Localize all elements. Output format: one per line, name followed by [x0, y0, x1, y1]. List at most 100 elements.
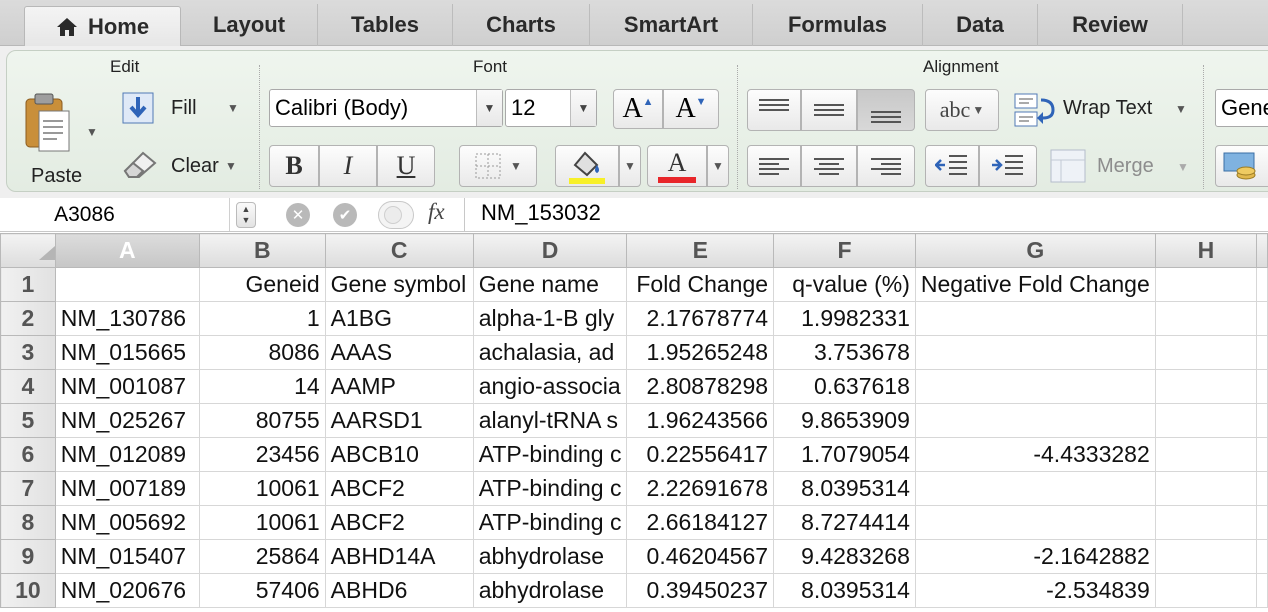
cell-f[interactable]: 1.7079054	[773, 437, 916, 472]
cell-c[interactable]: ABHD14A	[324, 539, 474, 574]
tab-charts[interactable]: Charts	[453, 4, 590, 46]
clear-button[interactable]: Clear ▼	[119, 147, 245, 187]
cell-b[interactable]: 1	[198, 301, 326, 336]
align-center-button[interactable]	[801, 145, 857, 187]
cell-c[interactable]: ABHD6	[324, 573, 474, 608]
cell-c[interactable]: ABCF2	[324, 505, 474, 540]
cell-h[interactable]	[1154, 301, 1258, 336]
cell-b[interactable]: 10061	[198, 505, 326, 540]
cell-overflow[interactable]	[1256, 573, 1268, 608]
font-name-dropdown-arrow[interactable]: ▼	[476, 90, 502, 126]
fill-dropdown-arrow[interactable]: ▼	[227, 101, 239, 115]
shrink-font-button[interactable]: A ▼	[663, 89, 719, 129]
number-format-combo[interactable]: Gene	[1215, 89, 1268, 127]
cell-h[interactable]	[1154, 267, 1258, 302]
cell-e[interactable]: 2.66184127	[626, 505, 775, 540]
cell-c[interactable]: ABCB10	[324, 437, 474, 472]
cell-c[interactable]: ABCF2	[324, 471, 474, 506]
font-name-combo[interactable]: Calibri (Body) ▼	[269, 89, 503, 127]
cell-c[interactable]: A1BG	[324, 301, 474, 336]
wrap-text-button[interactable]: Wrap Text ▼	[1013, 89, 1187, 131]
cell-a[interactable]: NM_025267	[54, 403, 200, 438]
cell-g[interactable]	[914, 369, 1156, 404]
cell-g[interactable]: Negative Fold Change	[914, 267, 1156, 302]
cell-b[interactable]: 80755	[198, 403, 326, 438]
cell-a[interactable]: NM_005692	[54, 505, 200, 540]
cell-h[interactable]	[1154, 335, 1258, 370]
cancel-entry-button[interactable]: ✕	[286, 203, 310, 227]
font-size-dropdown-arrow[interactable]: ▼	[570, 90, 596, 126]
text-orientation-button[interactable]: abc ▼	[925, 89, 999, 131]
bold-button[interactable]: B	[269, 145, 319, 187]
cell-d[interactable]: Gene name	[472, 267, 628, 302]
column-header-c[interactable]: C	[324, 233, 474, 268]
increase-indent-button[interactable]	[979, 145, 1037, 187]
tab-smartart[interactable]: SmartArt	[590, 4, 753, 46]
cell-f[interactable]: 8.0395314	[773, 471, 916, 506]
cell-d[interactable]: angio-associa	[472, 369, 628, 404]
cell-b[interactable]: 8086	[198, 335, 326, 370]
paste-dropdown-arrow[interactable]: ▼	[86, 125, 98, 139]
fill-button[interactable]: Fill ▼	[119, 91, 245, 131]
cell-e[interactable]: 1.95265248	[626, 335, 775, 370]
cell-c[interactable]: Gene symbol	[324, 267, 474, 302]
align-top-button[interactable]	[747, 89, 801, 131]
insert-function-button[interactable]: fx	[428, 199, 445, 225]
confirm-entry-button[interactable]: ✔	[333, 203, 357, 227]
cell-g[interactable]	[914, 505, 1156, 540]
cell-a[interactable]: NM_015665	[54, 335, 200, 370]
cell-g[interactable]	[914, 335, 1156, 370]
cell-h[interactable]	[1154, 539, 1258, 574]
paste-button[interactable]: ▼ Paste	[21, 89, 111, 193]
cell-a[interactable]: NM_020676	[54, 573, 200, 608]
tab-layout[interactable]: Layout	[181, 4, 318, 46]
borders-button[interactable]: ▼	[459, 145, 537, 187]
row-header[interactable]: 1	[0, 267, 56, 302]
cell-c[interactable]: AAMP	[324, 369, 474, 404]
name-box-stepper[interactable]: ▲ ▼	[236, 202, 256, 228]
cell-h[interactable]	[1154, 403, 1258, 438]
row-header[interactable]: 7	[0, 471, 56, 506]
cell-overflow[interactable]	[1256, 505, 1268, 540]
formula-input[interactable]: NM_153032	[481, 200, 601, 226]
cell-overflow[interactable]	[1256, 301, 1268, 336]
clear-dropdown-arrow[interactable]: ▼	[225, 159, 237, 173]
cell-b[interactable]: 10061	[198, 471, 326, 506]
cell-f[interactable]: 0.637618	[773, 369, 916, 404]
cell-a[interactable]	[54, 267, 200, 302]
cell-h[interactable]	[1154, 437, 1258, 472]
row-header[interactable]: 9	[0, 539, 56, 574]
column-header-g[interactable]: G	[914, 233, 1156, 268]
cell-f[interactable]: 3.753678	[773, 335, 916, 370]
cell-d[interactable]: achalasia, ad	[472, 335, 628, 370]
cell-e[interactable]: 0.46204567	[626, 539, 775, 574]
font-size-combo[interactable]: 12 ▼	[505, 89, 597, 127]
cell-overflow[interactable]	[1256, 471, 1268, 506]
cell-g[interactable]	[914, 403, 1156, 438]
cell-g[interactable]: -2.534839	[914, 573, 1156, 608]
row-header[interactable]: 3	[0, 335, 56, 370]
highlight-color-button[interactable]	[555, 145, 619, 187]
italic-button[interactable]: I	[319, 145, 377, 187]
column-header-d[interactable]: D	[472, 233, 628, 268]
cell-g[interactable]	[914, 301, 1156, 336]
column-header-f[interactable]: F	[773, 233, 916, 268]
cell-b[interactable]: 25864	[198, 539, 326, 574]
align-right-button[interactable]	[857, 145, 915, 187]
cell-f[interactable]: 9.8653909	[773, 403, 916, 438]
merge-dropdown-arrow[interactable]: ▼	[1177, 160, 1189, 174]
cell-d[interactable]: ATP-binding c	[472, 505, 628, 540]
cell-f[interactable]: 1.9982331	[773, 301, 916, 336]
cell-a[interactable]: NM_001087	[54, 369, 200, 404]
cell-e[interactable]: 0.22556417	[626, 437, 775, 472]
tab-review[interactable]: Review	[1038, 4, 1183, 46]
name-box[interactable]: A3086	[0, 198, 230, 231]
cell-h[interactable]	[1154, 573, 1258, 608]
cell-a[interactable]: NM_012089	[54, 437, 200, 472]
highlight-color-dropdown[interactable]: ▼	[619, 145, 641, 187]
cell-e[interactable]: 2.22691678	[626, 471, 775, 506]
cell-e[interactable]: Fold Change	[626, 267, 775, 302]
cell-f[interactable]: q-value (%)	[773, 267, 916, 302]
cell-e[interactable]: 1.96243566	[626, 403, 775, 438]
wrap-text-dropdown-arrow[interactable]: ▼	[1175, 102, 1187, 116]
